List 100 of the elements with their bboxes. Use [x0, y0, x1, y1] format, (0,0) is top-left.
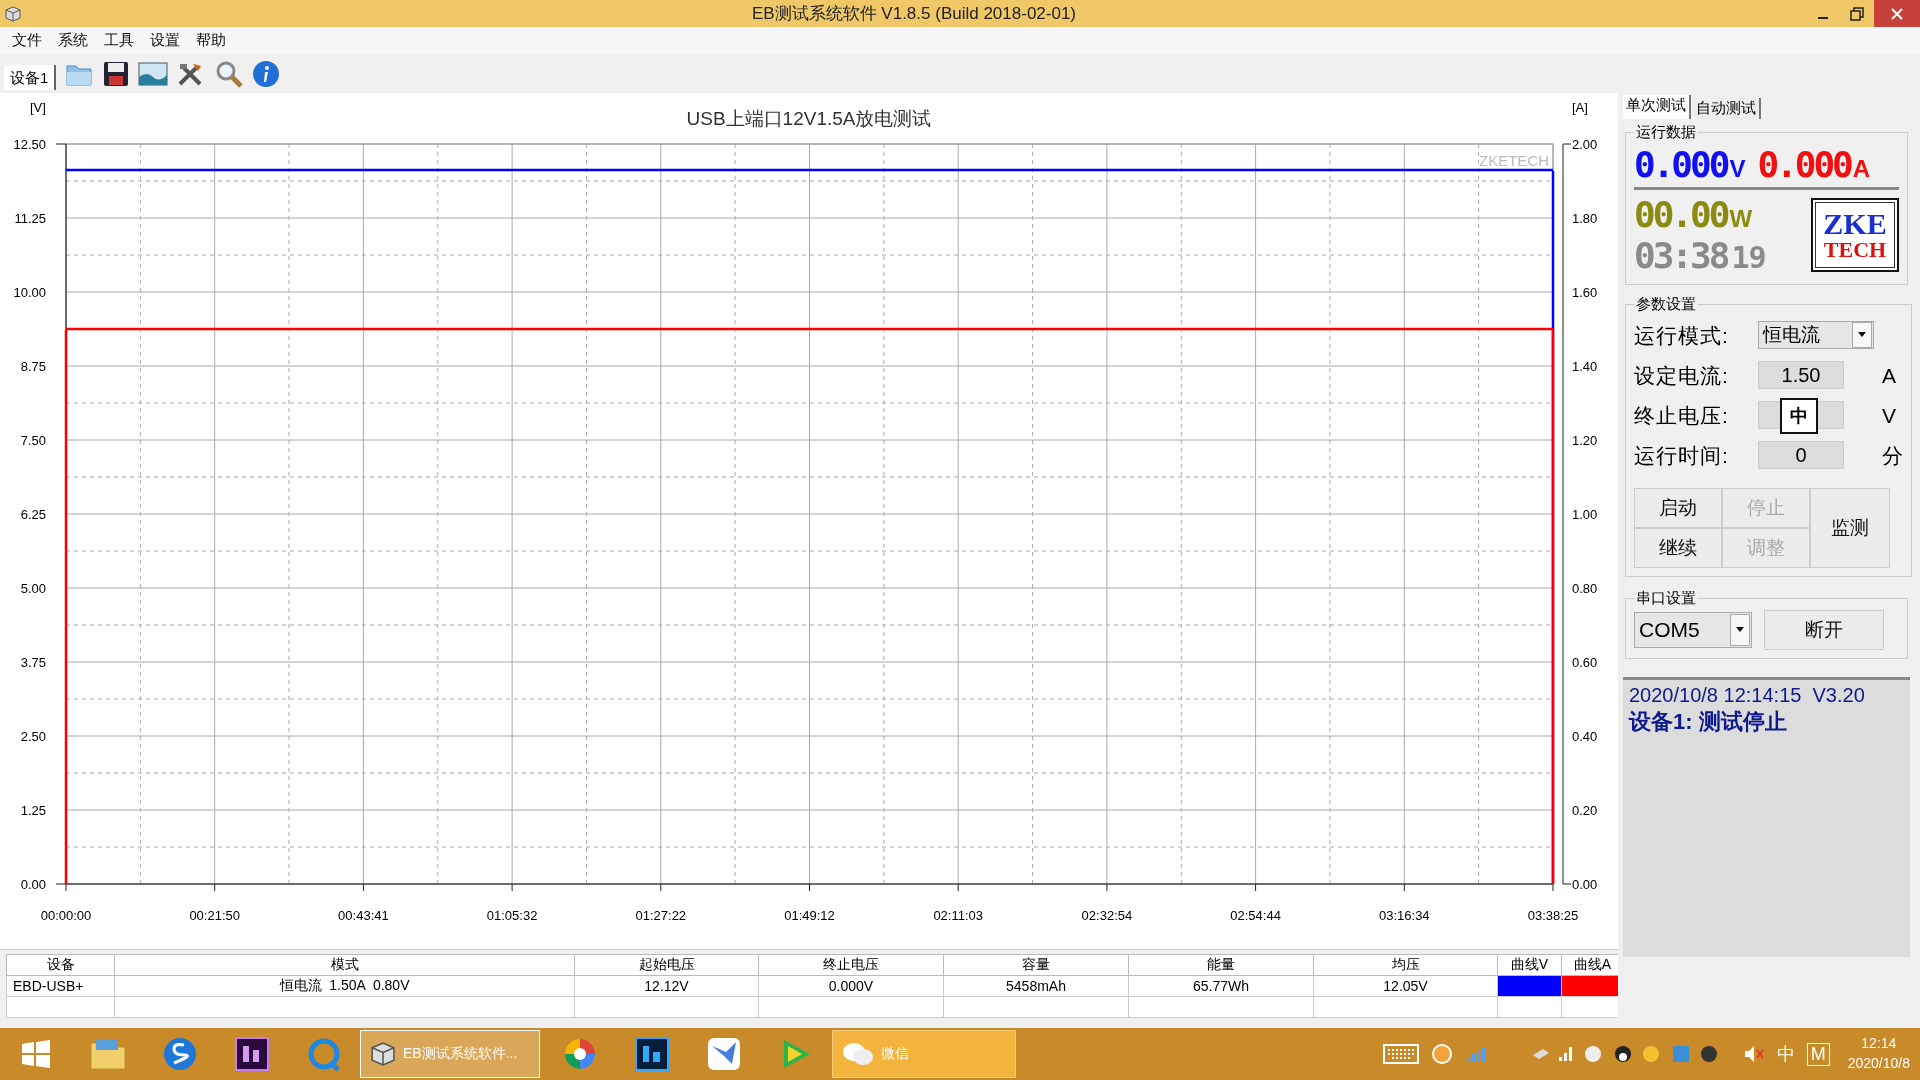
chat-icon: [841, 1040, 875, 1068]
menu-item[interactable]: 文件: [4, 31, 50, 50]
table-cell: 65.77Wh: [1128, 975, 1314, 997]
muted-speaker-icon[interactable]: [1742, 1044, 1765, 1064]
y-tick-label: 5.00: [20, 581, 46, 596]
app-icon: [4, 4, 22, 23]
ime-tooltip[interactable]: 中: [1780, 398, 1818, 434]
column-header: 曲线V: [1497, 954, 1562, 976]
x-tick-label: 00:00:00: [40, 908, 92, 923]
unit-label: A: [1852, 155, 1871, 183]
y-tick-label: 0.00: [1572, 877, 1598, 892]
menu-item[interactable]: 系统: [50, 31, 96, 50]
close-button[interactable]: [1874, 0, 1920, 27]
unit-label: A: [1882, 364, 1896, 388]
y-axis-label: [A]: [1572, 100, 1588, 115]
x-tick-label: 02:32:54: [1081, 908, 1133, 923]
photo-editor-icon[interactable]: [634, 1036, 670, 1072]
field-label: 设定电流:: [1634, 363, 1730, 389]
table-cell: 恒电流 1.50A 0.80V: [114, 975, 575, 997]
table-cell: 0.000V: [758, 975, 944, 997]
app-icon[interactable]: [162, 1036, 198, 1072]
app-icon: [369, 1040, 397, 1068]
y-tick-label: 7.50: [20, 433, 46, 448]
y-tick-label: 6.25: [20, 507, 46, 522]
current-reading: 0.000: [1757, 144, 1851, 185]
bird-icon[interactable]: [706, 1036, 742, 1072]
chart-watermark-text: ZKETECH: [1479, 152, 1549, 169]
y-tick-label: 11.25: [14, 211, 46, 226]
column-header: 终止电压: [758, 954, 944, 976]
pinwheel-icon[interactable]: [562, 1036, 598, 1072]
picture-icon[interactable]: [138, 60, 169, 87]
tab[interactable]: 单次测试: [1623, 95, 1691, 119]
clock-app-icon[interactable]: [1430, 1043, 1453, 1065]
start-icon[interactable]: [20, 1038, 52, 1070]
device-tab[interactable]: 设备1: [4, 65, 57, 90]
y-tick-label: 1.60: [1572, 285, 1598, 300]
column-header: 模式: [114, 954, 575, 976]
x-tick-label: 00:43:41: [338, 908, 389, 923]
close-icon: [1890, 6, 1904, 21]
unit-label: 分: [1882, 443, 1903, 469]
y-tick-label: 2.50: [20, 729, 46, 744]
field-label: 运行时间:: [1634, 443, 1730, 469]
y-tick-label: 0.80: [1572, 581, 1598, 596]
y-tick-label: 8.75: [20, 359, 46, 374]
y-tick-label: 1.00: [1572, 507, 1598, 522]
unit-label: V: [1882, 404, 1896, 428]
chart-title: USB上端口12V1.5A放电测试: [686, 108, 932, 129]
group-title: 参数设置: [1635, 295, 1697, 314]
minimize-icon: [1818, 17, 1828, 19]
y-tick-label: 0.20: [1572, 803, 1598, 818]
info-icon[interactable]: [252, 59, 281, 88]
disconnect-button[interactable]: 断开: [1764, 610, 1884, 650]
keyboard-icon[interactable]: [1382, 1044, 1419, 1064]
group-title: 运行数据: [1635, 123, 1697, 142]
x-tick-label: 01:05:32: [486, 908, 538, 923]
menu-item[interactable]: 工具: [96, 31, 142, 50]
search-icon[interactable]: [214, 59, 245, 88]
y-tick-label: 1.20: [1572, 433, 1598, 448]
seconds-reading: 19: [1731, 240, 1766, 275]
y-tick-label: 0.40: [1572, 729, 1598, 744]
time-reading: 03:38: [1634, 235, 1728, 276]
input-field[interactable]: 1.50: [1758, 361, 1844, 389]
table-cell: EBD-USB+: [6, 975, 115, 997]
y-tick-label: 0.60: [1572, 655, 1598, 670]
video-editor-icon[interactable]: [234, 1036, 270, 1072]
column-header: 均压: [1313, 954, 1498, 976]
mode-dropdown[interactable]: 恒电流: [1758, 321, 1874, 349]
input-field[interactable]: 0: [1758, 441, 1844, 469]
column-header: 容量: [943, 954, 1129, 976]
x-tick-label: 02:11:03: [933, 908, 983, 923]
power-reading: 00.00: [1634, 194, 1728, 235]
y-tick-label: 3.75: [20, 655, 46, 670]
status-text: 2020/10/8 12:14:15 V3.20: [1629, 684, 1866, 707]
field-label: 运行模式:: [1634, 323, 1730, 349]
y-tick-label: 12.50: [13, 137, 46, 152]
port-dropdown[interactable]: COM5: [1634, 612, 1752, 648]
y-tick-label: 1.80: [1572, 211, 1598, 226]
x-tick-label: 02:54:44: [1230, 908, 1281, 923]
field-label: 终止电压:: [1634, 403, 1730, 429]
x-tick-label: 01:27:22: [635, 908, 687, 923]
y-tick-label: 1.40: [1572, 359, 1598, 374]
brand-logo: ZKE TECH: [1811, 198, 1899, 272]
status-text: 设备1: 测试停止: [1629, 708, 1788, 736]
x-tick-label: 03:38:25: [1527, 908, 1579, 923]
x-tick-label: 03:16:34: [1379, 908, 1430, 923]
voltage-reading: 0.000: [1634, 144, 1728, 185]
menu-item[interactable]: 设置: [142, 31, 188, 50]
action-button[interactable]: 继续: [1634, 528, 1722, 568]
menu-item[interactable]: 帮助: [188, 31, 234, 50]
group-title: 串口设置: [1635, 589, 1697, 608]
y-tick-label: 1.25: [20, 803, 46, 818]
unit-label: W: [1729, 205, 1753, 233]
y-tick-label: 10.00: [13, 285, 46, 300]
table-cell: 5458mAh: [943, 975, 1129, 997]
action-button[interactable]: 监测: [1810, 488, 1890, 568]
action-button[interactable]: 启动: [1634, 488, 1722, 528]
column-header: 起始电压: [574, 954, 759, 976]
x-tick-label: 00:21:50: [189, 908, 240, 923]
save-icon[interactable]: [102, 59, 131, 88]
column-header: 设备: [6, 954, 115, 976]
